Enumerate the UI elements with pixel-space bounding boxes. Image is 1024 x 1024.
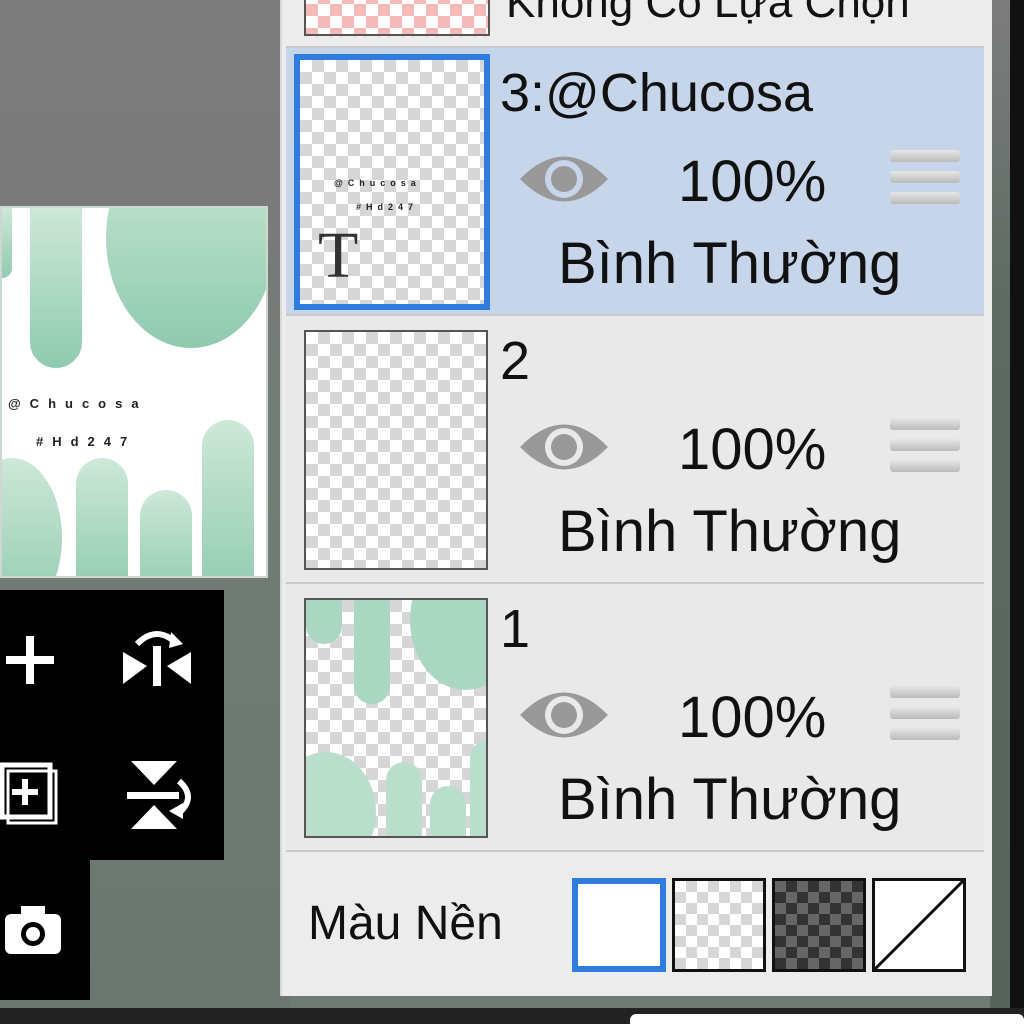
layer-row-selection[interactable]: Không Có Lựa Chọn	[286, 0, 984, 48]
canvas-watermark-line1: @Chucosa	[8, 396, 148, 411]
tool-palette-lower	[0, 860, 90, 1000]
drag-handle-icon[interactable]	[890, 686, 960, 749]
layer-opacity[interactable]: 100%	[678, 684, 826, 751]
add-layer-icon[interactable]	[0, 620, 60, 700]
layer-row-3[interactable]: @Chucosa #Hd247 T 3:@Chucosa 100% Bình T…	[286, 48, 984, 316]
canvas-watermark-line2: #Hd247	[36, 434, 137, 449]
tool-palette	[0, 590, 224, 860]
add-layer-copy-icon[interactable]	[0, 750, 60, 830]
layer-opacity[interactable]: 100%	[678, 148, 826, 215]
layer-blend-mode[interactable]: Bình Thường	[558, 766, 901, 833]
layer-name: 2	[500, 331, 531, 391]
drag-handle-icon[interactable]	[890, 150, 960, 213]
thumb-watermark-line2: #Hd247	[356, 202, 419, 212]
background-color-label: Màu Nền	[308, 897, 503, 950]
bottom-bar	[0, 1008, 1024, 1024]
camera-icon[interactable]	[0, 890, 70, 970]
canvas-preview[interactable]: @Chucosa #Hd247	[0, 206, 268, 578]
drag-handle-icon[interactable]	[890, 418, 960, 481]
visibility-eye-icon[interactable]	[516, 682, 612, 748]
canvas-background-right	[990, 0, 1024, 1024]
swatch-none[interactable]	[872, 878, 966, 972]
layer-blend-mode[interactable]: Bình Thường	[558, 498, 901, 565]
visibility-eye-icon[interactable]	[516, 146, 612, 212]
text-layer-icon: T	[318, 219, 359, 292]
layer-row-1[interactable]: 1 100% Bình Thường	[286, 584, 984, 852]
layer-thumbnail	[304, 598, 488, 838]
layer-row-2[interactable]: 2 100% Bình Thường	[286, 316, 984, 584]
layer-name: 3:@Chucosa	[500, 63, 813, 123]
flip-horizontal-icon[interactable]	[112, 612, 202, 702]
swatch-white[interactable]	[572, 878, 666, 972]
layer-thumbnail: @Chucosa #Hd247 T	[294, 54, 490, 310]
visibility-eye-icon[interactable]	[516, 414, 612, 480]
flip-vertical-icon[interactable]	[112, 750, 202, 840]
swatch-checker-dark[interactable]	[772, 878, 866, 972]
selection-thumbnail	[304, 0, 490, 36]
background-color-row: Màu Nền	[286, 854, 984, 990]
swatch-checker-light[interactable]	[672, 878, 766, 972]
thumb-watermark-line1: @Chucosa	[334, 178, 421, 188]
selection-label: Không Có Lựa Chọn	[506, 0, 910, 27]
layer-opacity[interactable]: 100%	[678, 416, 826, 483]
layer-name: 1	[500, 599, 531, 659]
layer-thumbnail	[304, 330, 488, 570]
layer-blend-mode[interactable]: Bình Thường	[558, 230, 901, 297]
